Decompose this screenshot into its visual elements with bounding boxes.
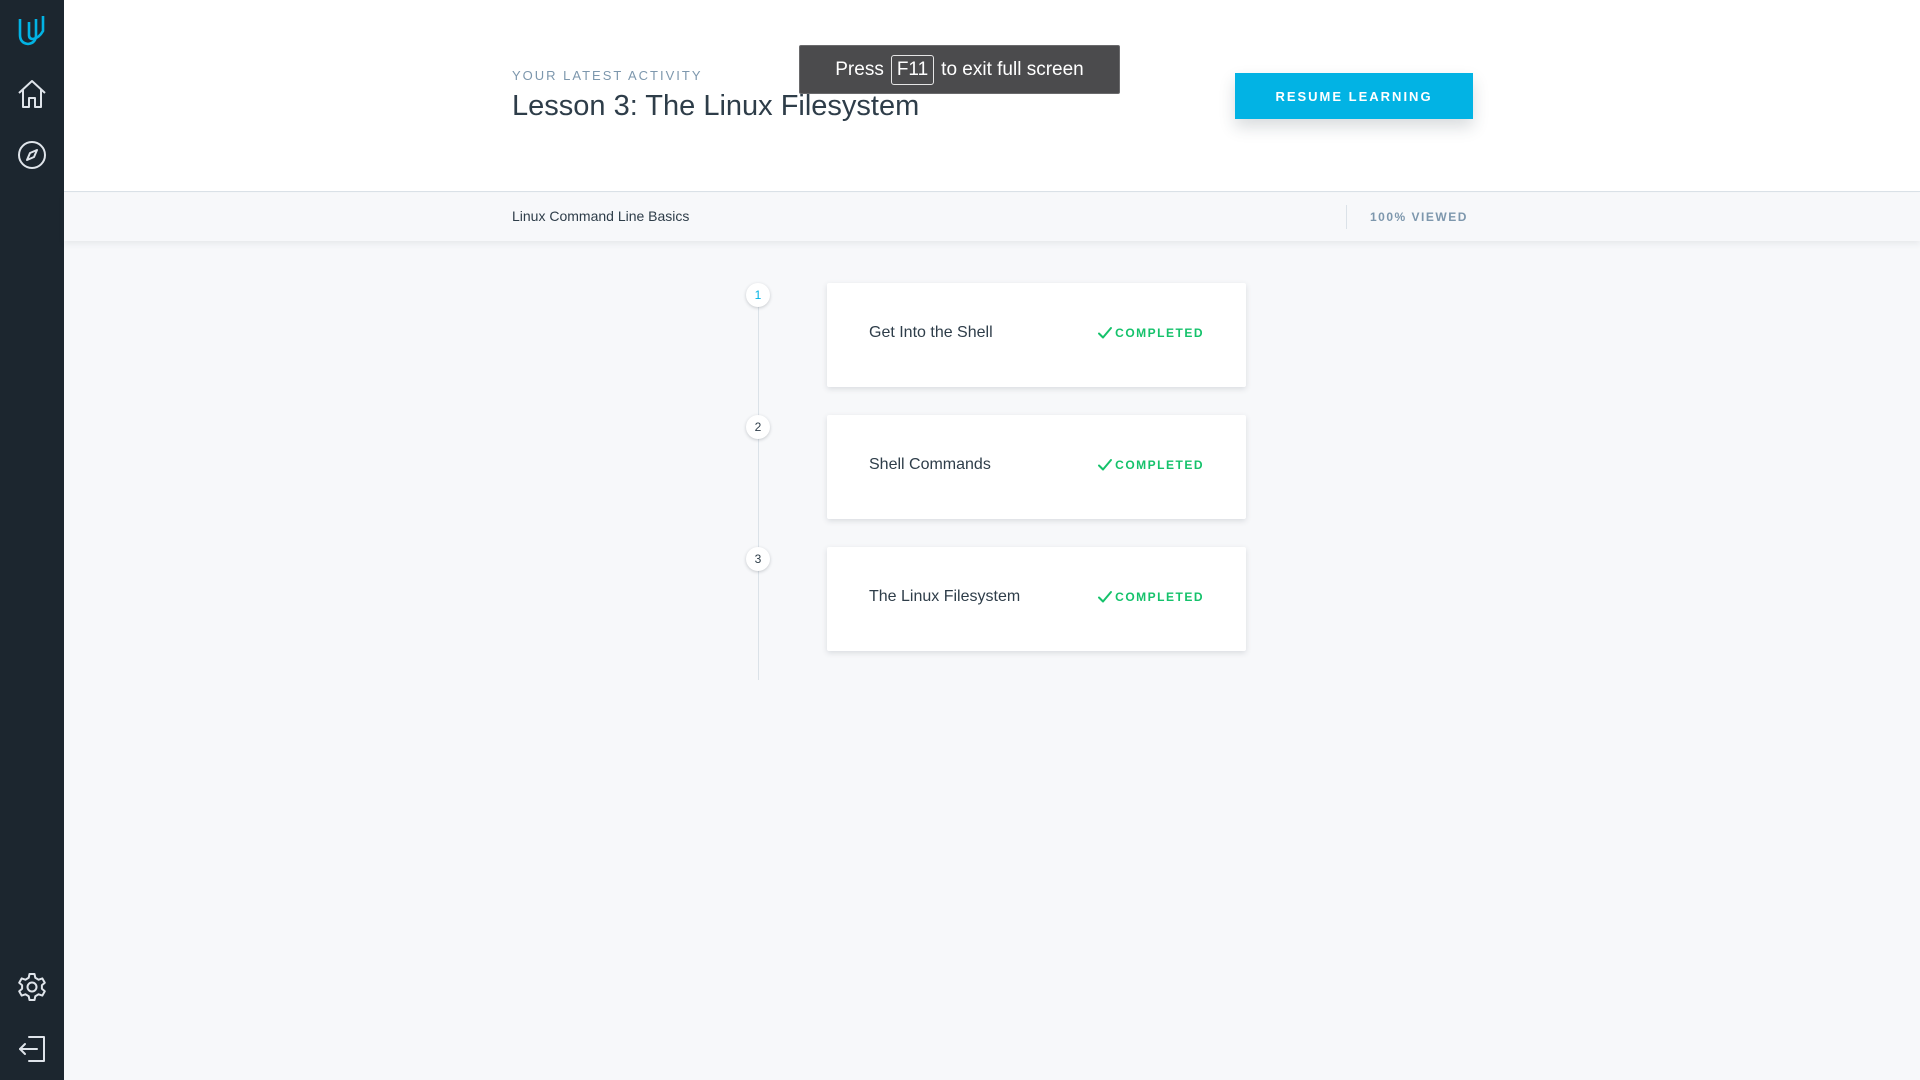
timeline-line	[758, 296, 759, 680]
divider	[1346, 205, 1347, 229]
logout-icon[interactable]	[12, 1029, 52, 1069]
resume-learning-button[interactable]: RESUME LEARNING	[1235, 73, 1473, 119]
latest-activity-header: YOUR LATEST ACTIVITY Lesson 3: The Linux…	[64, 0, 1920, 192]
step-number: 3	[746, 547, 770, 571]
toast-key-badge: F11	[890, 54, 935, 85]
sidebar	[0, 0, 64, 1080]
lesson-card-3[interactable]: The Linux Filesystem COMPLETED	[827, 547, 1246, 651]
completed-status: COMPLETED	[1097, 457, 1204, 473]
toast-text-before: Press	[835, 58, 884, 80]
status-label: COMPLETED	[1115, 326, 1204, 340]
step-number: 1	[746, 283, 770, 307]
progress-viewed-label: 100% VIEWED	[1370, 210, 1468, 224]
gear-icon[interactable]	[12, 967, 52, 1007]
lesson-title: Shell Commands	[869, 456, 991, 473]
lesson-card-2[interactable]: Shell Commands COMPLETED	[827, 415, 1246, 519]
checkmark-icon	[1098, 327, 1113, 339]
status-label: COMPLETED	[1115, 590, 1204, 604]
lesson-title: Get Into the Shell	[869, 324, 993, 341]
course-name: Linux Command Line Basics	[512, 208, 690, 224]
step-number: 2	[746, 415, 770, 439]
checkmark-icon	[1098, 459, 1113, 471]
fullscreen-exit-toast: Press F11 to exit full screen	[799, 45, 1120, 94]
latest-activity-label: YOUR LATEST ACTIVITY	[512, 68, 703, 83]
completed-status: COMPLETED	[1097, 325, 1204, 341]
latest-lesson-title[interactable]: Lesson 3: The Linux Filesystem	[512, 90, 919, 123]
checkmark-icon	[1098, 591, 1113, 603]
toast-text-after: to exit full screen	[941, 58, 1084, 80]
lesson-title: The Linux Filesystem	[869, 588, 1021, 605]
home-icon[interactable]	[12, 74, 52, 114]
completed-status: COMPLETED	[1097, 589, 1204, 605]
course-progress-bar: Linux Command Line Basics 100% VIEWED	[64, 193, 1920, 241]
udacity-logo-icon[interactable]	[12, 10, 52, 50]
status-label: COMPLETED	[1115, 458, 1204, 472]
lesson-card-1[interactable]: Get Into the Shell COMPLETED	[827, 283, 1246, 387]
compass-icon[interactable]	[12, 135, 52, 175]
